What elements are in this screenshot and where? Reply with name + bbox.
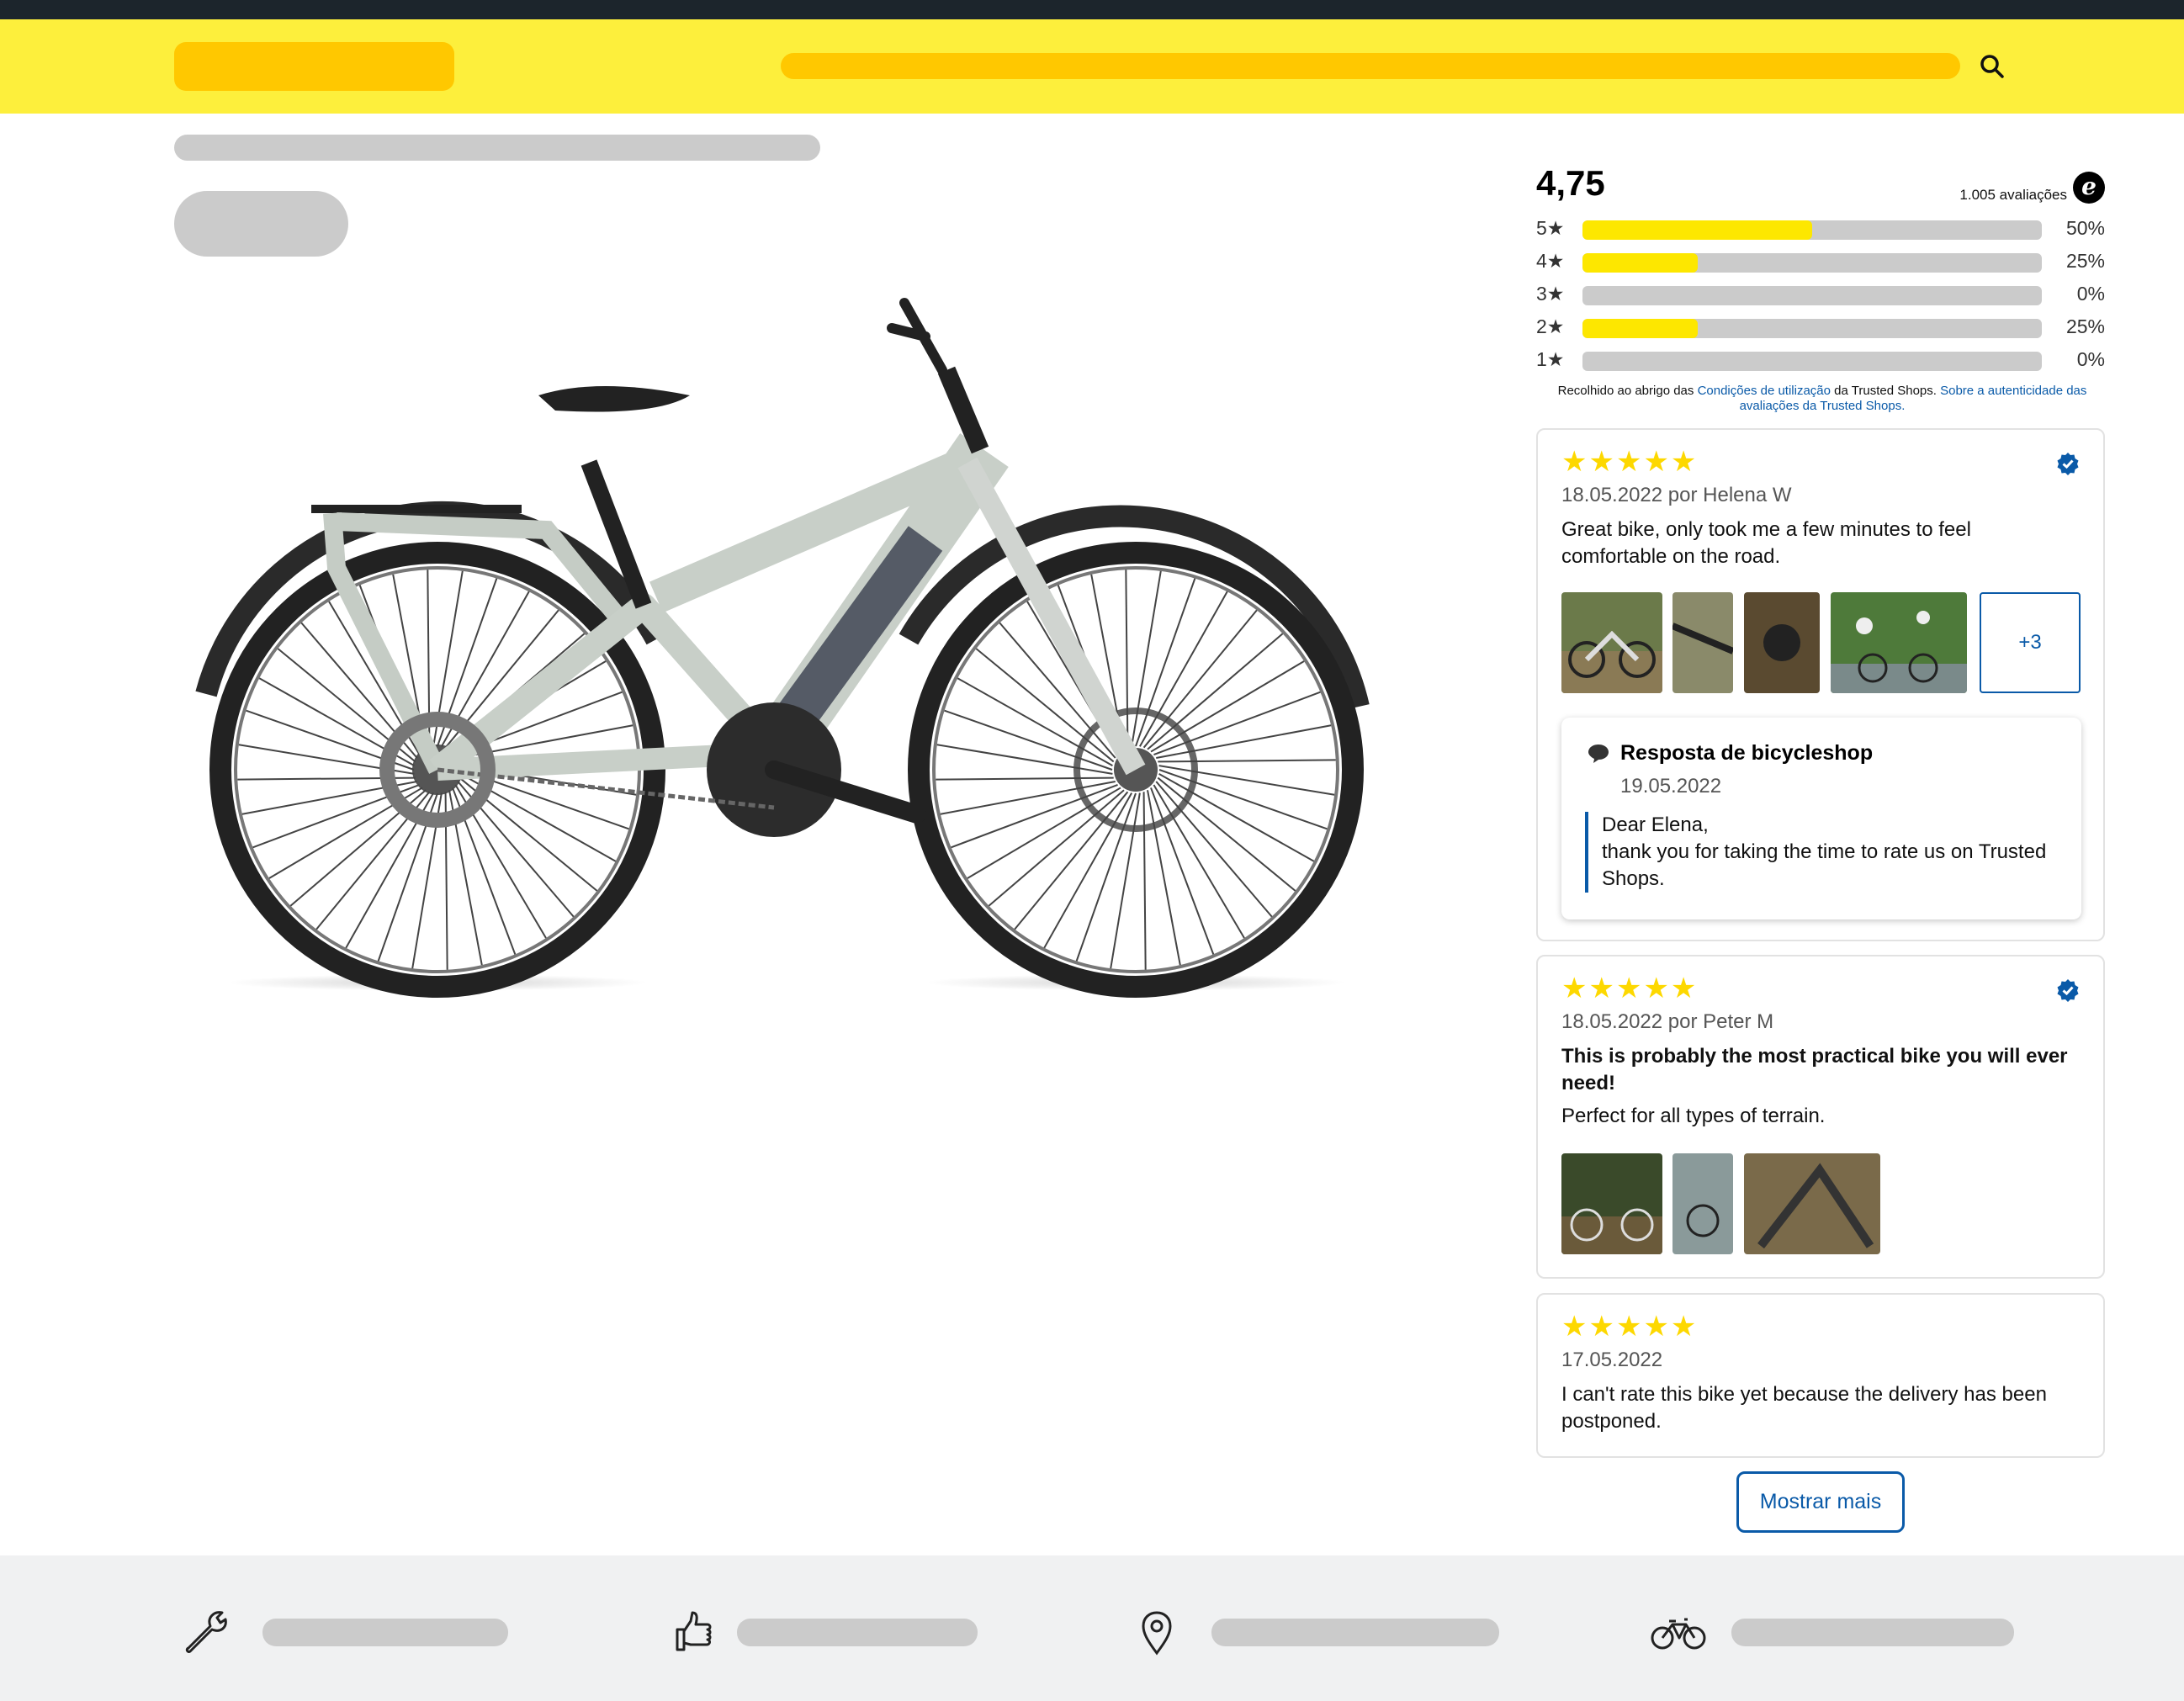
rating-bar: [1582, 220, 2042, 240]
review-photo[interactable]: [1561, 592, 1662, 693]
thumbs-up-icon: [676, 1611, 712, 1651]
wrench-icon: [185, 1611, 227, 1653]
star-level-label: 3★: [1536, 283, 1565, 305]
review-stars: ★★★★★: [1561, 972, 1699, 1004]
collected-notice: Recolhido ao abrigo das Condições de uti…: [1557, 384, 2087, 413]
benefit-placeholder: [737, 1619, 978, 1646]
review-photo[interactable]: [1744, 1153, 1880, 1254]
rating-bar: [1582, 286, 2042, 305]
review-card: ★★★★★ 18.05.2022 por Peter M This is pro…: [1536, 955, 2105, 1279]
reply-body: Dear Elena, thank you for taking the tim…: [1585, 812, 2056, 893]
terms-link[interactable]: Condições de utilização: [1698, 384, 1831, 398]
review-photo[interactable]: [1831, 592, 1967, 693]
wheel-spoke: [936, 744, 1113, 775]
wheel-spoke: [1158, 759, 1336, 763]
review-count[interactable]: 1.005 avaliações: [1959, 187, 2067, 204]
rating-bar-fill: [1582, 319, 1698, 338]
verified-badge-icon: [2057, 453, 2079, 475]
wheel-spoke: [936, 776, 1114, 781]
star-level-label: 2★: [1536, 315, 1565, 337]
wheel-spoke: [1110, 792, 1141, 969]
wheel-spoke: [1014, 791, 1129, 930]
benefit-placeholder: [1731, 1619, 2014, 1646]
rating-percent: 25%: [2065, 250, 2105, 272]
rating-distribution: 5★ 50% 4★ 25% 3★ 0% 2★ 25% 1★ 0%: [1536, 215, 2105, 379]
search-icon[interactable]: [1977, 51, 2007, 82]
bicycle-icon: [1651, 1618, 1706, 1650]
verified-badge-icon: [2057, 979, 2079, 1002]
wheel-spoke: [1142, 609, 1258, 749]
wheel-spoke: [1125, 570, 1129, 748]
rating-distribution-row[interactable]: 3★ 0%: [1536, 281, 2105, 314]
wheel-spoke: [1158, 765, 1335, 796]
breadcrumb-placeholder: [174, 135, 820, 161]
star-level-label: 1★: [1536, 348, 1565, 370]
show-more-button[interactable]: Mostrar mais: [1736, 1471, 1905, 1533]
site-header: [0, 19, 2184, 114]
location-pin-icon: [1142, 1611, 1172, 1656]
average-rating: 4,75: [1536, 163, 1605, 203]
rating-distribution-row[interactable]: 2★ 25%: [1536, 314, 2105, 347]
wheel-spoke: [1131, 570, 1162, 747]
wheel-spoke: [1157, 776, 1296, 892]
more-photos-button[interactable]: +3: [1980, 592, 2081, 693]
review-card: ★★★★★ 18.05.2022 por Helena W Great bike…: [1536, 428, 2105, 941]
review-title: This is probably the most practical bike…: [1561, 1045, 2068, 1094]
trusted-shops-logo-icon: e: [2073, 172, 2105, 204]
product-image-ebike: [195, 298, 1370, 998]
speech-bubble-icon: [1588, 745, 1609, 763]
review-text: I can't rate this bike yet because the d…: [1561, 1383, 2047, 1433]
logo-placeholder[interactable]: [174, 42, 454, 91]
product-title-placeholder: [174, 191, 348, 257]
rating-bar-fill: [1582, 253, 1698, 273]
shop-reply: Resposta de bicycleshop 19.05.2022 Dear …: [1561, 718, 2081, 919]
review-photo[interactable]: [1672, 592, 1733, 693]
rating-percent: 25%: [2065, 315, 2105, 337]
rating-distribution-row[interactable]: 1★ 0%: [1536, 347, 2105, 379]
review-photo[interactable]: [1672, 1153, 1733, 1254]
rating-bar: [1582, 319, 2042, 338]
top-bar: [0, 0, 2184, 19]
rating-bar: [1582, 352, 2042, 371]
reply-title: Resposta de bicycleshop: [1620, 741, 1874, 765]
review-card: ★★★★★ 17.05.2022 I can't rate this bike …: [1536, 1293, 2105, 1458]
review-meta: 18.05.2022 por Helena W: [1561, 484, 1792, 506]
wheel-spoke: [1142, 792, 1147, 970]
footer-benefits: [0, 1555, 2184, 1701]
review-meta: 18.05.2022 por Peter M: [1561, 1010, 1774, 1033]
review-photo[interactable]: [1744, 592, 1820, 693]
rating-percent: 0%: [2076, 283, 2105, 305]
review-meta: 17.05.2022: [1561, 1349, 1663, 1371]
star-level-label: 5★: [1536, 217, 1565, 239]
benefit-placeholder: [262, 1619, 508, 1646]
rating-distribution-row[interactable]: 4★ 25%: [1536, 248, 2105, 281]
star-level-label: 4★: [1536, 250, 1565, 272]
benefit-placeholder: [1211, 1619, 1499, 1646]
review-text: Perfect for all types of terrain.: [1561, 1105, 1826, 1127]
rating-percent: 0%: [2076, 348, 2105, 370]
rating-percent: 50%: [2065, 217, 2105, 239]
reply-date: 19.05.2022: [1620, 775, 1722, 798]
search-input-placeholder[interactable]: [781, 53, 1960, 79]
review-text: Great bike, only took me a few minutes t…: [1561, 518, 1971, 568]
rating-bar-fill: [1582, 220, 1812, 240]
review-stars: ★★★★★: [1561, 446, 1699, 478]
review-stars: ★★★★★: [1561, 1311, 1699, 1343]
rating-distribution-row[interactable]: 5★ 50%: [1536, 215, 2105, 248]
review-photo[interactable]: [1561, 1153, 1662, 1254]
rating-bar: [1582, 253, 2042, 273]
